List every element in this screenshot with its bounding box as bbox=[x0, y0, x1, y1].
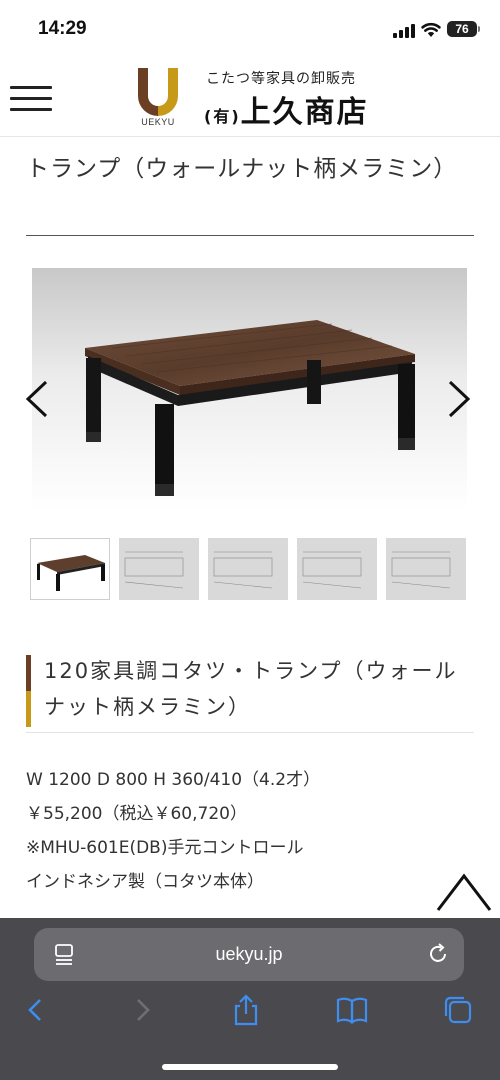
dimension-drawing-thumbnail bbox=[213, 551, 273, 589]
site-header: UEKYU こたつ等家具の卸販売 (有)上久商店 bbox=[0, 56, 500, 137]
battery-tip bbox=[478, 26, 480, 32]
product-specs: W 1200 D 800 H 360/410（4.2才） ￥55,200（税込￥… bbox=[26, 763, 320, 899]
thumbnail-drawing-2[interactable] bbox=[208, 538, 288, 600]
heading-divider bbox=[26, 732, 474, 733]
back-icon[interactable] bbox=[18, 992, 54, 1028]
product-heading: 120家具調コタツ・トランプ（ウォールナット柄メラミン） bbox=[26, 655, 474, 727]
product-main-image bbox=[32, 268, 467, 512]
battery-indicator: 76 bbox=[447, 21, 477, 37]
hamburger-menu-icon[interactable] bbox=[10, 86, 52, 114]
status-bar: 14:29 76 bbox=[0, 0, 500, 56]
bookmarks-icon[interactable] bbox=[334, 992, 370, 1028]
dimension-drawing-thumbnail bbox=[124, 551, 184, 589]
browser-toolbar: uekyu.jp bbox=[0, 918, 500, 1080]
tabs-icon[interactable] bbox=[440, 992, 476, 1028]
heading-accent-bar-brown bbox=[26, 655, 31, 691]
status-time: 14:29 bbox=[38, 18, 87, 39]
spec-price: ￥55,200（税込￥60,720） bbox=[26, 804, 247, 824]
logo-wordmark: UEKYU bbox=[141, 117, 175, 127]
shop-name-text: 上久商店 bbox=[240, 95, 369, 130]
cellular-signal-icon bbox=[393, 24, 415, 38]
share-icon[interactable] bbox=[228, 992, 264, 1028]
wifi-icon bbox=[421, 22, 441, 37]
thumbnail-drawing-3[interactable] bbox=[297, 538, 377, 600]
dimension-drawing-thumbnail bbox=[391, 551, 451, 589]
carousel-prev-arrow-icon[interactable] bbox=[18, 374, 52, 424]
address-bar[interactable]: uekyu.jp bbox=[34, 928, 464, 981]
home-indicator bbox=[162, 1064, 338, 1070]
page-title: トランプ（ウォールナット柄メラミン） bbox=[26, 156, 458, 182]
header-tagline: こたつ等家具の卸販売 bbox=[206, 71, 356, 87]
spec-dimensions: W 1200 D 800 H 360/410（4.2才） bbox=[26, 770, 321, 790]
thumbnail-photo[interactable] bbox=[30, 538, 110, 600]
heading-accent-bar-gold bbox=[26, 691, 31, 727]
forward-icon[interactable] bbox=[124, 992, 160, 1028]
title-divider bbox=[26, 235, 474, 236]
carousel-next-arrow-icon[interactable] bbox=[444, 374, 478, 424]
reload-icon[interactable] bbox=[426, 942, 450, 966]
thumbnail-strip bbox=[30, 538, 470, 600]
table-photo-thumbnail bbox=[37, 555, 105, 591]
thumbnail-drawing-1[interactable] bbox=[119, 538, 199, 600]
url-text: uekyu.jp bbox=[215, 944, 283, 964]
spec-controller: ※MHU-601E(DB)手元コントロール bbox=[26, 838, 304, 858]
dimension-drawing-thumbnail bbox=[302, 551, 362, 589]
product-heading-text: 120家具調コタツ・トランプ（ウォールナット柄メラミン） bbox=[44, 659, 458, 719]
shop-name[interactable]: (有)上久商店 bbox=[204, 87, 369, 131]
page-menu-icon[interactable] bbox=[54, 942, 76, 966]
shop-prefix: (有) bbox=[204, 107, 241, 126]
thumbnail-drawing-4[interactable] bbox=[386, 538, 466, 600]
back-to-top-chevron-icon[interactable] bbox=[436, 870, 492, 914]
spec-origin: インドネシア製（コタツ本体） bbox=[26, 872, 264, 892]
